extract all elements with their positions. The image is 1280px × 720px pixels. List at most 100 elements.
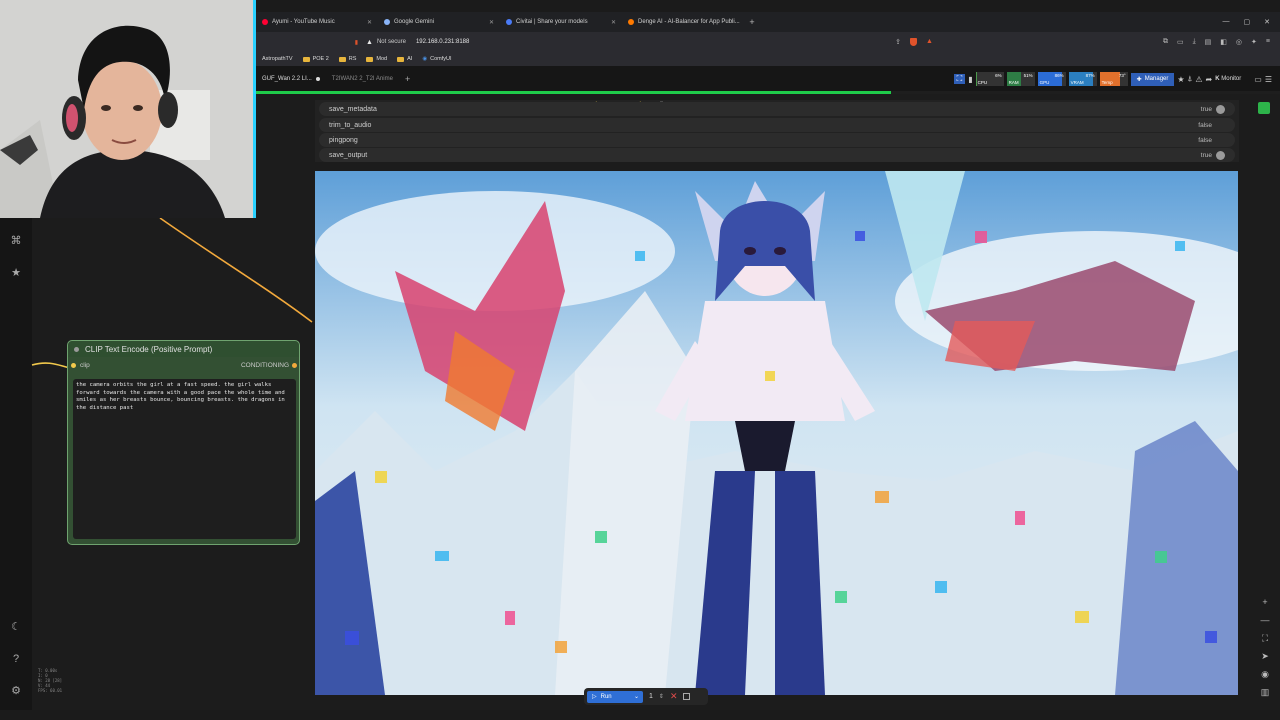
widget-pingpong[interactable]: pingpong false xyxy=(319,133,1235,147)
monitor-gpu: GPU 86% xyxy=(1037,72,1066,86)
video-combine-widgets: ⫷ ☰ ⫸ ⁞ ⊤ ⊟ ⊥ ⁞ ▤ ⫼ ≡ save_metadata true… xyxy=(315,100,1239,162)
toggle-panel-icon[interactable]: ▭ xyxy=(1254,75,1262,84)
workflow-tab-active[interactable]: GUF_Wan 2.2 LI... xyxy=(256,76,326,82)
alert-icon[interactable]: ⚠ xyxy=(1195,75,1202,84)
batch-count-input[interactable]: 1 xyxy=(649,693,653,700)
prompt-textarea[interactable]: the camera orbits the girl at a fast spe… xyxy=(73,379,296,539)
monitor-cpu: CPU 6% xyxy=(975,72,1004,86)
menu-icon[interactable]: ≡ xyxy=(1266,38,1270,46)
manager-button[interactable]: ✚ Manager xyxy=(1130,72,1175,86)
model-icon[interactable]: ⍋ xyxy=(1188,74,1193,84)
bookmark-poe2[interactable]: POE 2 xyxy=(302,56,329,62)
comfy-top-bar: GUF_Wan 2.2 LI... T2IWAN2 2_T2I Anime + … xyxy=(256,66,1280,92)
puzzle-icon: ✚ xyxy=(1136,76,1142,83)
favorites-star-icon[interactable]: ★ xyxy=(9,266,23,280)
url-input[interactable]: 192.168.0.231:8188 xyxy=(416,39,469,45)
queue-run-bar: ▷ Run ⌄ 1 ⇕ ✕ xyxy=(584,688,708,705)
chevron-down-icon[interactable]: ⌄ xyxy=(634,693,639,700)
warning-icon: ▲ xyxy=(366,38,373,46)
zoom-in-icon[interactable]: + xyxy=(1258,597,1272,607)
play-icon: ▷ xyxy=(592,694,597,700)
toggle-knob[interactable] xyxy=(1216,150,1225,160)
workflow-tab-2[interactable]: T2IWAN2 2_T2I Anime xyxy=(326,76,399,82)
conditioning-output-slot[interactable] xyxy=(292,363,297,368)
visibility-eye-icon[interactable]: ◉ xyxy=(1258,669,1272,680)
close-tab-icon[interactable]: ✕ xyxy=(367,19,372,26)
browser-tab-denge[interactable]: Denge AI - AI-Balancer for App Publi... … xyxy=(622,12,744,32)
browser-address-bar: ▮ ▲ Not secure 192.168.0.231:8188 ⇪ ▲ ⧉ … xyxy=(256,32,1280,52)
folder-icon xyxy=(338,56,346,62)
bookmark-icon[interactable]: ▮ xyxy=(968,75,972,84)
brave-shield-icon[interactable] xyxy=(910,38,917,46)
folder-icon xyxy=(302,56,310,62)
widget-trim-to-audio[interactable]: trim_to_audio false xyxy=(319,118,1235,132)
queue-icon[interactable]: ⛶ xyxy=(953,74,966,84)
unsaved-dot-icon xyxy=(315,77,320,81)
bookmark-ai[interactable]: AI xyxy=(397,56,412,62)
gemini-icon xyxy=(384,19,390,25)
bookmark-astropathtv[interactable]: AstropathTV xyxy=(262,56,293,62)
monitor-button[interactable]: K Monitor xyxy=(1215,76,1241,82)
sidebar-icon[interactable]: ▤ xyxy=(1205,38,1212,46)
new-tab-plus-icon[interactable]: + xyxy=(744,17,760,27)
browser-tab-civitai[interactable]: Civitai | Share your models ✕ xyxy=(500,12,622,32)
bookmarks-bar: AstropathTV POE 2 RS Mod AI ◉ ComfyUI xyxy=(256,52,1280,66)
fit-view-icon[interactable]: ⛶ xyxy=(1258,633,1272,644)
node-library-icon[interactable]: ⌘ xyxy=(9,234,23,248)
toggle-knob[interactable] xyxy=(1216,104,1225,114)
cancel-run-icon[interactable]: ✕ xyxy=(670,691,678,702)
share-arrow-icon[interactable]: ➦ xyxy=(1206,75,1213,84)
toggle-menu-icon[interactable]: ☰ xyxy=(1265,75,1272,84)
maximize-icon[interactable]: ▢ xyxy=(1244,18,1251,26)
bookmark-flag-icon[interactable]: ▮ xyxy=(355,39,358,46)
close-tab-icon[interactable]: ✕ xyxy=(611,19,616,26)
theme-moon-icon[interactable]: ☾ xyxy=(9,620,23,634)
civitai-icon xyxy=(506,19,512,25)
canvas-stats: T: 0.00s I: 0 N: 28 [28] V: 44 FPS: 60.0… xyxy=(38,668,63,693)
bookmark-mod[interactable]: Mod xyxy=(366,56,387,62)
generated-anime-image xyxy=(315,171,1238,695)
leo-icon[interactable]: ✦ xyxy=(1251,38,1257,46)
new-workflow-plus-icon[interactable]: + xyxy=(399,74,416,84)
close-window-icon[interactable]: ✕ xyxy=(1264,18,1270,26)
rewards-icon[interactable]: ▲ xyxy=(926,38,933,46)
browser-tab-gemini[interactable]: Google Gemini ✕ xyxy=(378,12,500,32)
bookmark-rs[interactable]: RS xyxy=(338,56,356,62)
vpn-icon[interactable]: ◎ xyxy=(1236,38,1242,46)
monitor-ram: RAM 51% xyxy=(1006,72,1035,86)
minimize-icon[interactable]: — xyxy=(1223,18,1230,26)
chat-icon[interactable]: ▭ xyxy=(1177,38,1184,46)
widget-save-metadata[interactable]: save_metadata true xyxy=(319,102,1235,116)
browser-tab-bar: Ayumi - YouTube Music ✕ Google Gemini ✕ … xyxy=(256,12,1280,32)
star-icon[interactable]: ★ xyxy=(1177,75,1184,84)
video-preview[interactable] xyxy=(315,171,1238,695)
download-icon[interactable]: ⤓ xyxy=(1193,38,1196,46)
folder-icon xyxy=(397,56,405,62)
collapse-dot-icon[interactable] xyxy=(74,346,79,352)
run-button[interactable]: ▷ Run ⌄ xyxy=(587,690,643,703)
wallet-icon[interactable]: ◧ xyxy=(1220,38,1227,46)
node-title-bar[interactable]: CLIP Text Encode (Positive Prompt) xyxy=(68,341,299,357)
select-mode-icon[interactable]: ➤ xyxy=(1258,651,1272,662)
close-tab-icon[interactable]: ✕ xyxy=(489,19,494,26)
clip-text-encode-node[interactable]: CLIP Text Encode (Positive Prompt) clip … xyxy=(67,340,300,545)
help-icon[interactable]: ? xyxy=(9,652,23,666)
bookmark-comfyui[interactable]: ◉ ComfyUI xyxy=(422,56,451,62)
browser-tab-youtube-music[interactable]: Ayumi - YouTube Music ✕ xyxy=(256,12,378,32)
comfyui-icon: ◉ xyxy=(422,56,428,62)
youtube-music-icon xyxy=(262,19,268,25)
security-indicator[interactable]: ▲ Not secure xyxy=(366,39,406,46)
clip-input-slot[interactable] xyxy=(71,363,76,368)
node-slots: clip CONDITIONING xyxy=(68,362,299,372)
stepper-icon[interactable]: ⇕ xyxy=(659,693,664,700)
zoom-out-icon[interactable]: — xyxy=(1258,615,1272,625)
stop-queue-icon[interactable] xyxy=(683,693,691,700)
extension-icon[interactable]: ⧉ xyxy=(1163,38,1168,46)
widget-save-output[interactable]: save_output true xyxy=(319,148,1235,162)
webcam-overlay xyxy=(0,0,256,218)
minimap-icon[interactable]: ▥ xyxy=(1258,687,1272,698)
settings-gear-icon[interactable]: ⚙ xyxy=(9,684,23,698)
denge-icon xyxy=(628,19,634,25)
share-icon[interactable]: ⇪ xyxy=(895,38,901,46)
resource-monitors: ⛶ ▮ CPU 6% RAM 51% GPU 86% VRAM 87% Temp 73° … xyxy=(953,72,1280,86)
